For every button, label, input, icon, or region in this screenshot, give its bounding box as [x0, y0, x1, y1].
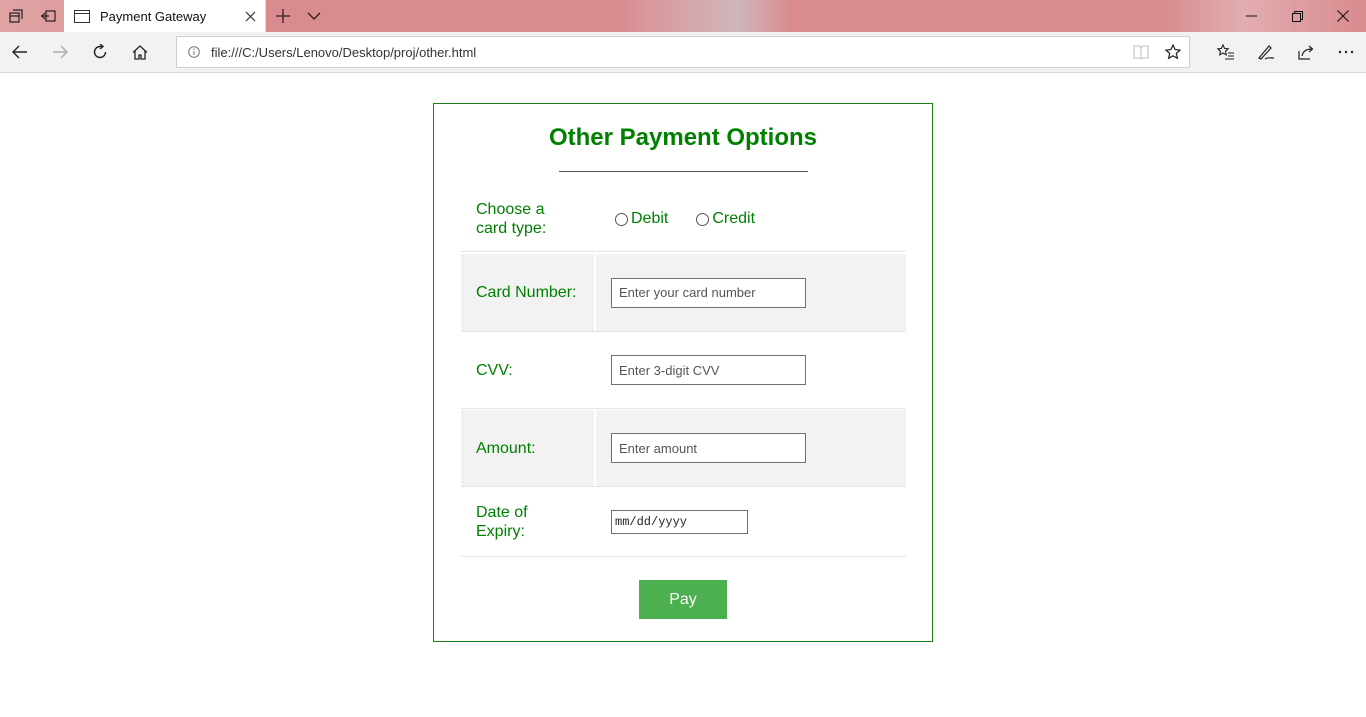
page-title: Other Payment Options — [548, 124, 818, 151]
tab-close-icon[interactable] — [235, 11, 265, 22]
page-icon — [74, 9, 90, 23]
navigation-bar: file:///C:/Users/Lenovo/Desktop/proj/oth… — [0, 32, 1366, 73]
pay-button[interactable]: Pay — [639, 580, 727, 619]
forward-arrow-icon[interactable] — [40, 32, 80, 72]
close-icon[interactable] — [1320, 0, 1366, 32]
debit-label[interactable]: Debit — [631, 210, 668, 228]
home-icon[interactable] — [120, 32, 160, 72]
amount-row: Amount: — [461, 410, 906, 487]
back-arrow-icon[interactable] — [0, 32, 40, 72]
set-aside-tabs-icon[interactable] — [32, 0, 64, 32]
payment-form: Choose a card type: Debit Credit Card Num… — [461, 187, 906, 557]
credit-label[interactable]: Credit — [712, 210, 755, 228]
cvv-label: CVV: — [476, 361, 513, 379]
refresh-icon[interactable] — [80, 32, 120, 72]
tab-payment-gateway[interactable]: Payment Gateway — [64, 0, 266, 32]
card-type-options: Debit Credit — [596, 187, 906, 251]
minimize-icon[interactable] — [1228, 0, 1274, 32]
debit-radio[interactable]: Debit — [611, 210, 668, 228]
card-number-input[interactable] — [611, 277, 806, 308]
info-icon[interactable] — [177, 46, 211, 58]
debit-radio-circle[interactable] — [615, 212, 628, 226]
share-icon[interactable] — [1286, 32, 1326, 72]
cvv-row: CVV: — [461, 332, 906, 409]
card-number-label: Card Number: — [461, 254, 594, 331]
new-tab-icon[interactable] — [267, 0, 299, 32]
pen-icon[interactable] — [1246, 32, 1286, 72]
expiry-row: Date of Expiry: mm/dd/yyyy — [461, 487, 906, 557]
card-type-label: Choose a card type: — [476, 201, 547, 237]
chevron-down-icon[interactable] — [298, 0, 330, 32]
credit-radio-circle[interactable] — [696, 212, 710, 226]
favorites-list-icon[interactable] — [1206, 32, 1246, 72]
card-number-row: Card Number: — [461, 254, 906, 332]
favorite-star-icon[interactable] — [1157, 44, 1189, 60]
expiry-label: Date of Expiry: — [476, 503, 528, 540]
card-type-row: Choose a card type: Debit Credit — [461, 187, 906, 252]
restore-icon[interactable] — [1274, 0, 1320, 32]
tab-actions-icon[interactable] — [0, 0, 32, 32]
title-bar: Payment Gateway — [0, 0, 1366, 32]
reading-view-icon[interactable] — [1125, 45, 1157, 59]
more-menu-icon[interactable] — [1326, 32, 1366, 72]
url-text[interactable]: file:///C:/Users/Lenovo/Desktop/proj/oth… — [211, 45, 1125, 60]
cvv-input[interactable] — [611, 355, 806, 385]
amount-input[interactable] — [611, 433, 806, 463]
address-bar[interactable]: file:///C:/Users/Lenovo/Desktop/proj/oth… — [176, 36, 1190, 68]
amount-label: Amount: — [461, 410, 594, 486]
expiry-date-input[interactable]: mm/dd/yyyy — [611, 509, 748, 534]
payment-form-card: Other Payment Options Choose a card type:… — [433, 103, 933, 642]
tab-title: Payment Gateway — [100, 8, 207, 24]
credit-radio[interactable]: Credit — [692, 210, 755, 228]
title-divider — [559, 171, 808, 172]
